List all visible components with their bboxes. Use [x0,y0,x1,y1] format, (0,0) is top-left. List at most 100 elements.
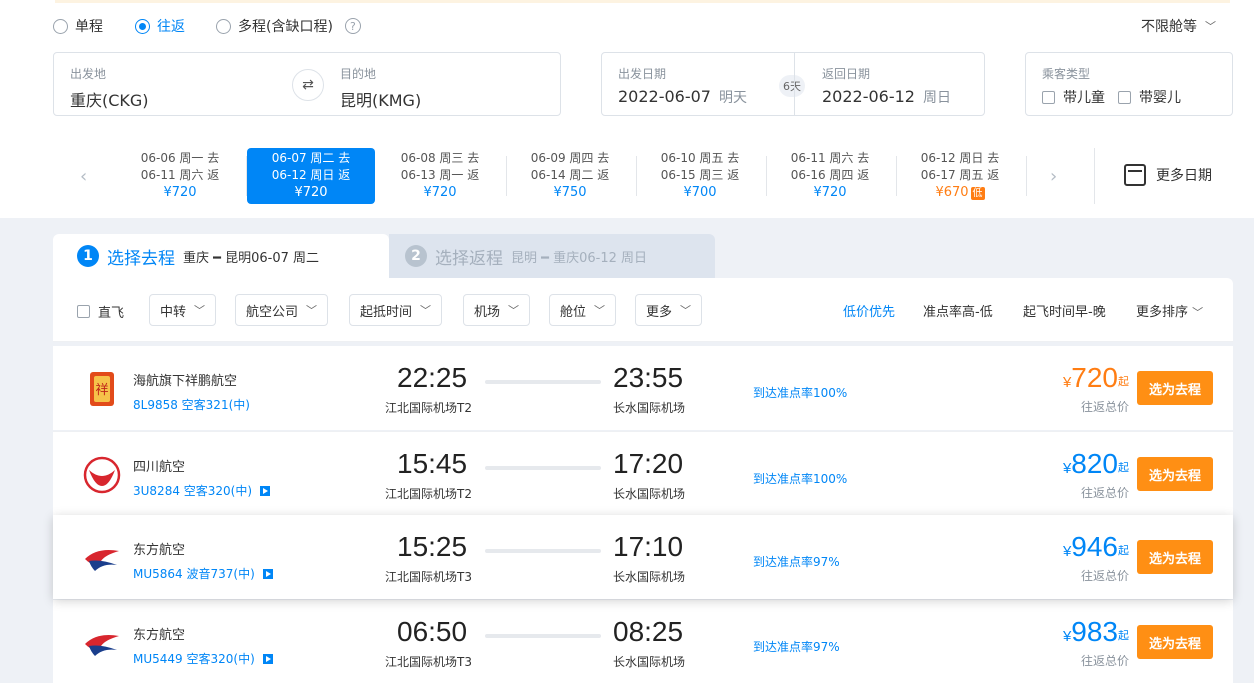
trip-one-way[interactable]: 单程 [53,16,103,36]
video-play-icon[interactable] [260,485,271,496]
date-option[interactable]: 06-11 周六 去 06-16 周四 返 ¥720 [766,148,894,204]
filter-time[interactable]: 起抵时间 ﹀ [349,294,443,326]
date-price: ¥700 [683,185,717,200]
filter-cabin[interactable]: 舱位 ﹀ [549,294,617,326]
chevron-down-icon: ﹀ [194,304,206,317]
date-price: ¥720 [294,185,328,200]
depart-time: 06:50 [397,616,468,647]
filter-airline[interactable]: 航空公司 ﹀ [235,294,329,326]
sort-more[interactable]: 更多排序 ﹀ [1136,301,1203,320]
date-go: 06-08 周三 去 [400,151,480,165]
depart-time: 22:25 [397,362,468,393]
filter-airport[interactable]: 机场 ﹀ [463,294,531,326]
depart-time: 15:25 [397,531,468,562]
date-go: 06-12 周日 去 [920,151,1000,165]
checkbox-icon[interactable] [77,305,90,318]
cabin-select[interactable]: 不限舱等 ﹀ [1141,16,1216,36]
child-checkbox[interactable]: 带儿童 [1042,87,1105,107]
video-play-icon[interactable] [262,653,273,664]
select-outbound-button[interactable]: 选为去程 [1137,371,1213,405]
airline-name: 东方航空 [133,543,186,558]
video-play-icon[interactable] [262,568,273,579]
depart-label: 出发日期 [618,67,667,81]
select-outbound-button[interactable]: 选为去程 [1137,457,1213,491]
city-box: 出发地 重庆(CKG) ⇄ 目的地 昆明(KMG) [53,52,561,116]
return-date-field[interactable]: 返回日期 2022-06-12 周日 [822,65,951,107]
flight-info: MU5864 波音737(中) [133,565,273,582]
trip-multi[interactable]: 多程(含缺口程)? [216,16,361,36]
tab-outbound-title: 选择去程 [107,248,175,269]
return-value: 2022-06-12 [822,87,915,106]
sort-ontime[interactable]: 准点率高-低 [923,301,993,320]
flight-info: 8L9858 空客321(中) [133,396,250,413]
date-go: 06-11 周六 去 [790,151,870,165]
arrive-airport: 长水国际机场 [613,401,686,415]
swap-icon[interactable]: ⇄ [292,69,324,101]
date-option-selected[interactable]: 06-07 周二 去 06-12 周日 返 ¥720 [247,148,375,204]
radio-icon[interactable] [216,18,231,34]
flight-number: MU5449 空客320(中) [133,652,255,666]
infant-checkbox[interactable]: 带婴儿 [1118,87,1181,107]
radio-icon[interactable] [53,18,68,34]
flight-info: MU5449 空客320(中) [133,650,273,667]
flight-line [485,634,601,638]
flight-row[interactable]: 四川航空 3U8284 空客320(中) 15:45 江北国际机场T2 17:2… [53,431,1233,515]
trip-round[interactable]: 往返 [135,16,185,36]
help-icon[interactable]: ? [344,18,361,34]
sort-low-price[interactable]: 低价优先 [843,301,895,320]
more-dates-label: 更多日期 [1156,168,1212,184]
arrive-time: 17:20 [613,448,684,479]
tab-outbound[interactable]: 1 选择去程 重庆 ━ 昆明06-07 周二 [53,234,389,278]
date-option[interactable]: 06-12 周日 去 06-17 周五 返 ¥670 低 [896,148,1024,204]
tab-return-route: 昆明 ━ 重庆06-12 周日 [511,250,647,266]
filter-transfer[interactable]: 中转 ﹀ [149,294,217,326]
airline-name: 四川航空 [133,460,186,475]
depart-airport: 江北国际机场T3 [385,655,472,669]
next-arrow-icon[interactable]: › [1050,166,1057,187]
to-label: 目的地 [340,67,377,81]
more-dates-button[interactable]: 更多日期 [1124,164,1212,186]
tab-return-title: 选择返程 [435,248,503,269]
price-value: 720 [1071,362,1118,393]
depart-date-field[interactable]: 出发日期 2022-06-07 明天 [618,65,747,107]
flight-row[interactable]: 东方航空 MU5864 波音737(中) 15:25 江北国际机场T3 17:1… [53,515,1233,599]
tab-outbound-route: 重庆 ━ 昆明06-07 周二 [183,250,319,266]
date-price: ¥720 [813,185,847,200]
date-option[interactable]: 06-09 周四 去 06-14 周二 返 ¥750 [506,148,634,204]
tab-return[interactable]: 2 选择返程 昆明 ━ 重庆06-12 周日 [389,234,715,278]
to-field[interactable]: 目的地 昆明(KMG) [340,65,421,111]
checkbox-icon[interactable] [1118,90,1131,104]
date-go: 06-07 周二 去 [271,151,351,165]
prev-arrow-icon[interactable]: ‹ [80,166,87,187]
sort-depart-time[interactable]: 起飞时间早-晚 [1023,301,1106,320]
filter-label: 舱位 [560,304,587,320]
flight-number: MU5864 波音737(中) [133,567,255,581]
infant-label: 带婴儿 [1139,90,1181,106]
flight-number: 8L9858 空客321(中) [133,398,250,412]
total-label: 往返总价 [1080,654,1129,668]
calendar-icon [1124,164,1146,186]
divider [1094,148,1095,204]
flight-row[interactable]: 祥 海航旗下祥鹏航空 8L9858 空客321(中) 22:25 江北国际机场T… [53,346,1233,430]
from-field[interactable]: 出发地 重庆(CKG) [70,65,149,111]
select-outbound-button[interactable]: 选为去程 [1137,540,1213,574]
checkbox-icon[interactable] [1042,90,1055,104]
select-outbound-button[interactable]: 选为去程 [1137,625,1213,659]
date-option[interactable]: 06-06 周一 去 06-11 周六 返 ¥720 [116,148,244,204]
date-option[interactable]: 06-08 周三 去 06-13 周一 返 ¥720 [376,148,504,204]
price: ¥983起 [1063,616,1129,648]
date-go: 06-10 周五 去 [660,151,740,165]
date-strip: ‹ 06-06 周一 去 06-11 周六 返 ¥720 06-07 周二 去 06-… [68,148,1248,208]
filter-more[interactable]: 更多 ﹀ [635,294,703,326]
flight-row[interactable]: 东方航空 MU5449 空客320(中) 06:50 江北国际机场T3 08:2… [53,600,1233,683]
cabin-select-label: 不限舱等 [1141,19,1197,35]
price-value: 820 [1071,448,1118,479]
date-go: 06-09 周四 去 [530,151,610,165]
radio-checked-icon[interactable] [135,18,150,34]
chevron-down-icon: ﹀ [594,304,606,317]
divider [794,53,795,115]
direct-checkbox[interactable]: 直飞 [77,302,124,321]
date-price: ¥750 [553,185,587,200]
trip-multi-label: 多程(含缺口程) [238,19,333,35]
date-option[interactable]: 06-10 周五 去 06-15 周三 返 ¥700 [636,148,764,204]
